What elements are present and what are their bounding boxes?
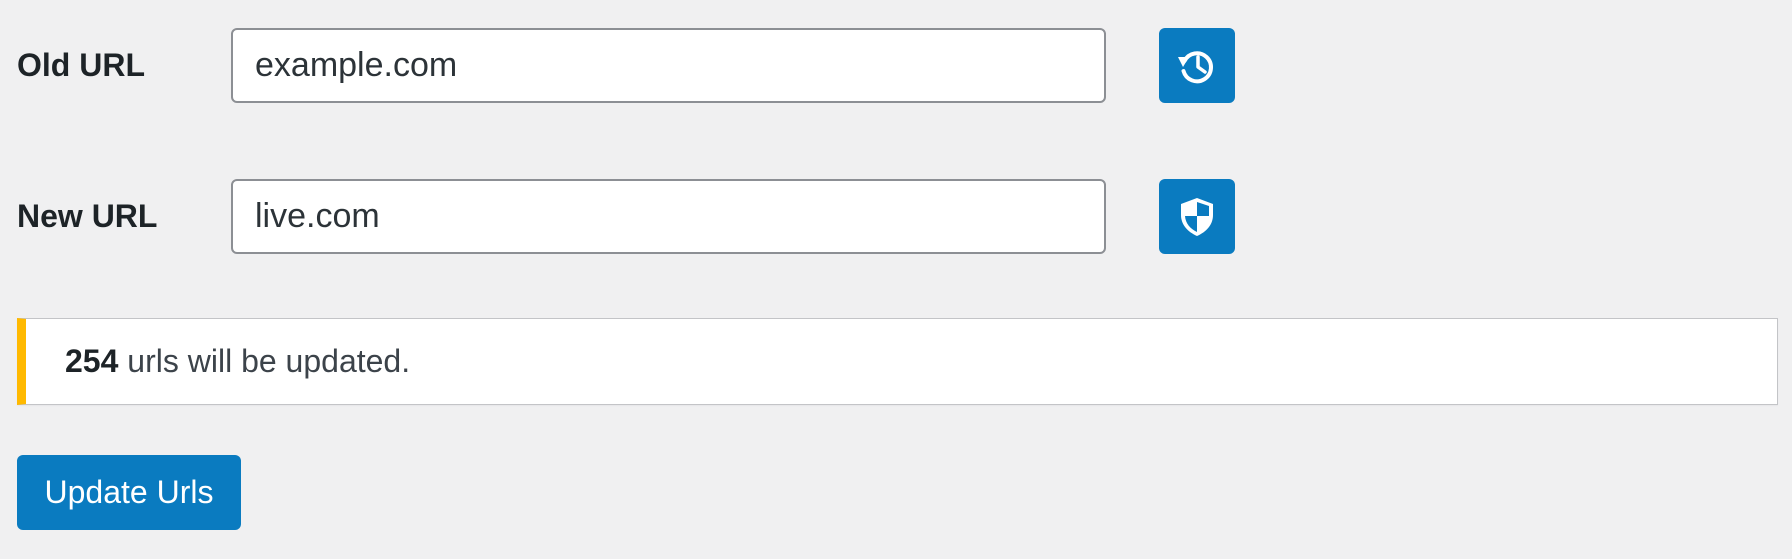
old-url-input[interactable] bbox=[231, 28, 1106, 103]
old-url-label: Old URL bbox=[17, 47, 145, 83]
new-url-label: New URL bbox=[17, 198, 158, 234]
notice-text: urls will be updated. bbox=[118, 343, 411, 379]
new-url-row: New URL bbox=[0, 179, 1792, 254]
update-count-notice: 254 urls will be updated. bbox=[17, 318, 1778, 405]
update-urls-button[interactable]: Update Urls bbox=[17, 455, 241, 530]
new-url-input[interactable] bbox=[231, 179, 1106, 254]
old-url-row: Old URL bbox=[0, 28, 1792, 103]
history-icon bbox=[1178, 50, 1213, 83]
notice-count: 254 bbox=[65, 343, 119, 379]
restore-old-url-button[interactable] bbox=[1159, 28, 1235, 103]
secure-new-url-button[interactable] bbox=[1159, 179, 1235, 254]
notice-message: 254 urls will be updated. bbox=[65, 319, 410, 404]
shield-icon bbox=[1181, 197, 1213, 236]
